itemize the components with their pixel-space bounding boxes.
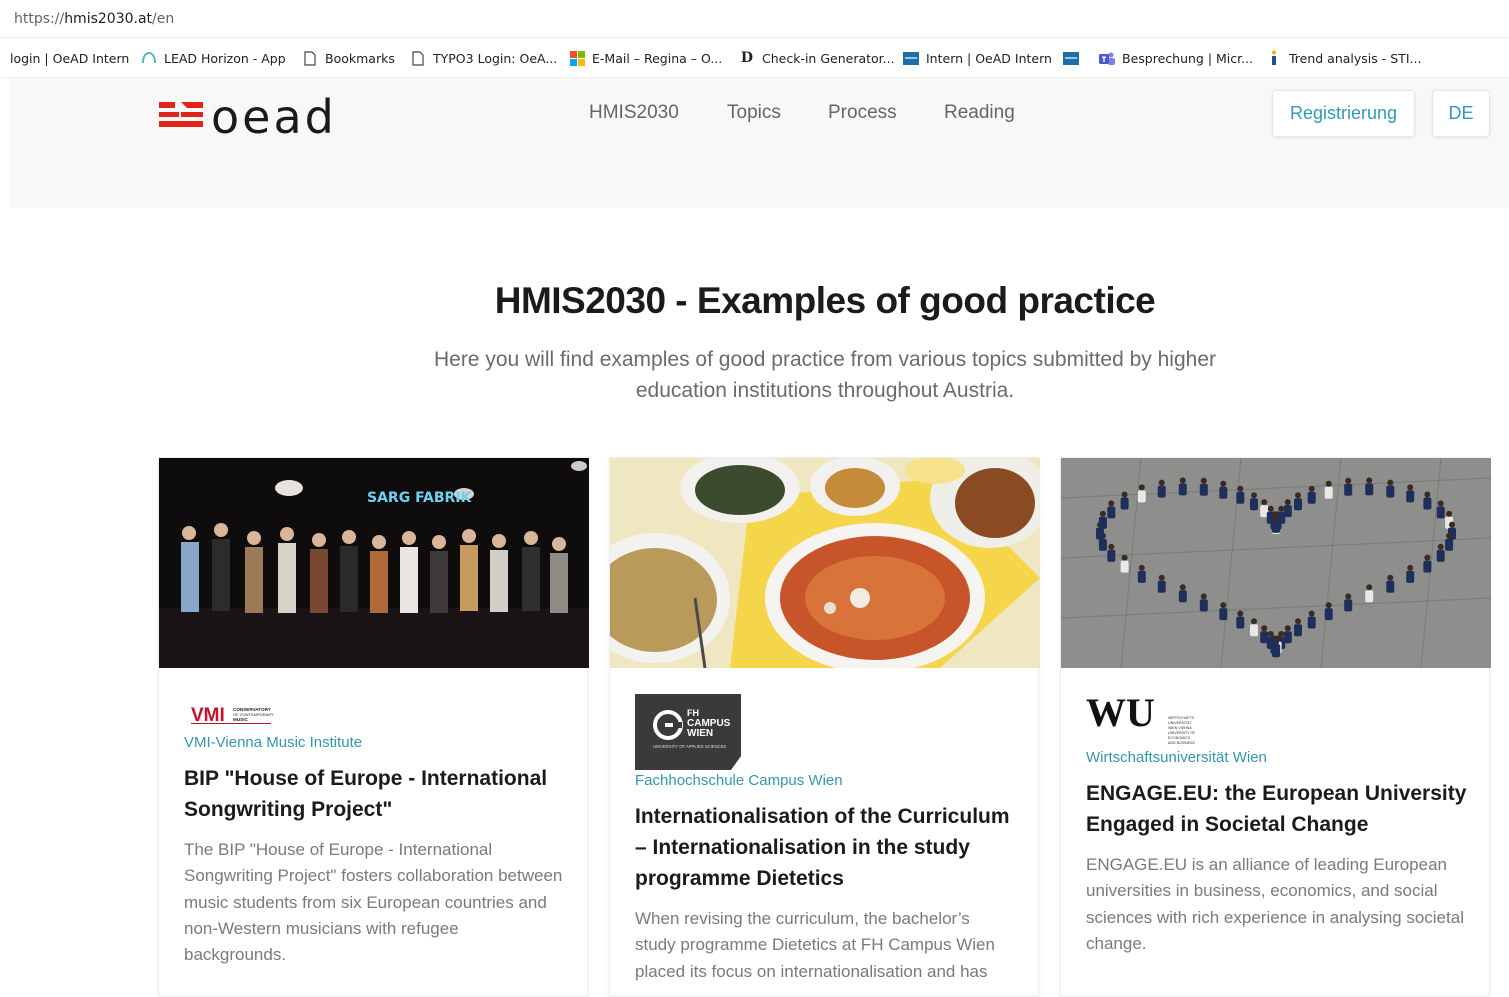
bookmark-typo3[interactable]: TYPO3 Login: OeA...: [410, 49, 557, 67]
lead-icon: [141, 50, 157, 66]
bookmark-email[interactable]: E-Mail – Regina – O...: [569, 49, 722, 67]
bookmark-label: Trend analysis - STI...: [1289, 50, 1422, 66]
svg-text:AND BUSINESS: AND BUSINESS: [1168, 741, 1195, 745]
card-description: ENGAGE.EU is an alliance of leading Euro…: [1086, 855, 1464, 953]
bookmark-checkin[interactable]: D Check-in Generator...: [739, 49, 895, 67]
page-title: HMIS2030 - Examples of good practice: [494, 280, 1156, 321]
svg-text:UNIVERSITY OF APPLIED SCIENCES: UNIVERSITY OF APPLIED SCIENCES: [653, 744, 726, 749]
svg-text:WIEN: WIEN: [687, 728, 713, 739]
fh-campus-wien-logo: FH CAMPUS WIEN UNIVERSITY OF APPLIED SCI…: [635, 694, 741, 775]
url-scheme: https://: [14, 11, 65, 27]
bookmark-label: Bookmarks: [325, 50, 395, 66]
bookmark-oead[interactable]: [1063, 49, 1079, 67]
bookmark-intern-oead[interactable]: Intern | OeAD Intern: [903, 49, 1052, 67]
svg-text:oead: oead: [211, 92, 337, 138]
card-description: The BIP "House of Europe - International…: [184, 840, 563, 965]
nav-hmis2030[interactable]: HMIS2030: [589, 102, 679, 124]
bookmark-label: Besprechung | Micr...: [1122, 50, 1254, 66]
page-icon: [410, 50, 426, 66]
group-heart-photo[interactable]: [1061, 458, 1491, 668]
oead-logo[interactable]: oead: [159, 90, 339, 144]
stage-sign: SARG FABRIK: [367, 490, 473, 506]
bookmark-label: E-Mail – Regina – O...: [592, 50, 723, 66]
card-title[interactable]: BIP "House of Europe - International Son…: [184, 763, 569, 825]
microsoft-icon: [569, 50, 585, 66]
bookmark-label: LEAD Horizon - App: [164, 50, 286, 66]
bookmark-lead-horizon[interactable]: LEAD Horizon - App: [141, 49, 286, 67]
d-icon: D: [740, 50, 754, 66]
svg-text:VMI: VMI: [191, 705, 225, 725]
bookmark-label: login | OeAD Intern: [10, 50, 130, 66]
oead-icon: [903, 50, 919, 66]
vmi-logo: VMI CONSERVATORY OF CONTEMPORARY MUSIC: [184, 703, 280, 730]
bookmark-login-oead[interactable]: login | OeAD Intern: [10, 49, 129, 67]
practice-card[interactable]: WU WIRTSCHAFTS UNIVERSITÄT WIEN VIENNA UNIV…: [1060, 457, 1491, 997]
url-path: /en: [152, 11, 175, 27]
nav-process[interactable]: Process: [828, 102, 897, 124]
bookmark-besprechung[interactable]: Besprechung | Micr...: [1099, 49, 1253, 67]
teams-icon: [1099, 50, 1115, 66]
svg-text:UNIVERSITY OF: UNIVERSITY OF: [1168, 731, 1196, 735]
wu-logo: WU WIRTSCHAFTS UNIVERSITÄT WIEN VIENNA UNIV…: [1086, 690, 1196, 756]
bookmark-bookmarks[interactable]: Bookmarks: [302, 49, 395, 67]
bookmarks-bar: login | OeAD Intern LEAD Horizon - App B…: [0, 38, 1509, 78]
svg-text:UNIVERSITÄT: UNIVERSITÄT: [1168, 721, 1193, 725]
card-description: When revising the curriculum, the bachel…: [635, 909, 995, 981]
svg-text:WU: WU: [1086, 693, 1155, 735]
page-subtitle: Here you will find examples of good prac…: [433, 348, 1217, 402]
nav-topics[interactable]: Topics: [727, 102, 781, 124]
bookmark-label: Intern | OeAD Intern: [926, 50, 1052, 66]
register-button[interactable]: Registrierung: [1272, 90, 1415, 137]
browser-address-bar[interactable]: https://hmis2030.at/en: [0, 0, 1509, 38]
concert-stage-photo[interactable]: SARG FABRIK: [159, 458, 589, 668]
card-title[interactable]: Internationalisation of the Curriculum –…: [635, 801, 1025, 894]
card-institution[interactable]: Fachhochschule Campus Wien: [635, 772, 843, 789]
svg-text:FH: FH: [687, 708, 699, 718]
food-table-photo[interactable]: [610, 458, 1040, 668]
site-header: oead HMIS2030 Topics Process Reading Reg…: [10, 78, 1509, 208]
url-text[interactable]: https://hmis2030.at/en: [14, 11, 174, 27]
bookmark-label: TYPO3 Login: OeA...: [433, 50, 558, 66]
svg-text:WIRTSCHAFTS: WIRTSCHAFTS: [1168, 716, 1194, 720]
card-institution[interactable]: VMI-Vienna Music Institute: [184, 734, 362, 751]
nav-reading[interactable]: Reading: [944, 102, 1015, 124]
practice-card[interactable]: FH CAMPUS WIEN UNIVERSITY OF APPLIED SCI…: [609, 457, 1040, 997]
bookmark-trend-analysis[interactable]: Trend analysis - STI...: [1266, 49, 1421, 67]
austria-flag-icon: [159, 102, 203, 127]
practice-card[interactable]: SARG FABRIK VMI CONSERVATORY OF CONTEMPO…: [158, 457, 589, 997]
svg-text:WIEN VIENNA: WIEN VIENNA: [1168, 726, 1192, 730]
page-icon: [302, 50, 318, 66]
info-icon: [1266, 50, 1282, 66]
svg-text:ECONOMICS: ECONOMICS: [1168, 736, 1191, 740]
card-title[interactable]: ENGAGE.EU: the European University Engag…: [1086, 778, 1471, 840]
card-institution[interactable]: Wirtschaftsuniversität Wien: [1086, 749, 1267, 766]
svg-text:MUSIC: MUSIC: [233, 717, 248, 722]
language-button[interactable]: DE: [1432, 90, 1490, 137]
bookmark-label: Check-in Generator...: [762, 50, 895, 66]
url-host: hmis2030.at: [64, 11, 153, 27]
oead-icon: [1063, 50, 1079, 66]
